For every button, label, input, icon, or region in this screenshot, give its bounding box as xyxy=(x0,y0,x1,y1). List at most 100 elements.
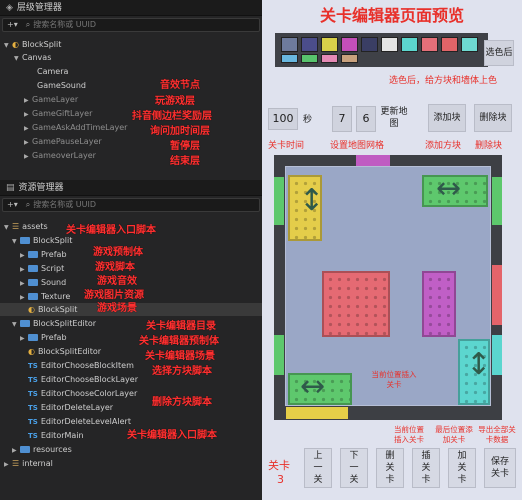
block-cyan-vertical[interactable]: ↕ xyxy=(458,339,491,405)
asset-folder-internal[interactable]: ▶ ☰ internal xyxy=(4,457,53,470)
hierarchy-search-input[interactable]: +▾ ⌕ 搜索名称或 UUID xyxy=(2,18,260,32)
arrow-updown-icon: ↕ xyxy=(299,183,325,218)
level-board[interactable]: ↕ ↔ ↕ ↔ 当前位置插入关卡 xyxy=(274,155,502,420)
add-icon[interactable]: +▾ xyxy=(7,20,18,29)
tree-node-camera[interactable]: Camera xyxy=(37,65,68,78)
tree-node-blocksplit-scene[interactable]: ▼ ◐ BlockSplit xyxy=(4,38,61,51)
expand-icon[interactable]: ▶ xyxy=(20,249,28,262)
asset-folder-texture[interactable]: ▶ Texture xyxy=(20,290,70,303)
asset-script-delete-layer[interactable]: TS EditorDeleteLayer xyxy=(28,401,113,414)
save-level-button[interactable]: 保存关卡 xyxy=(484,448,516,488)
wall-segment-magenta[interactable] xyxy=(356,155,390,167)
tree-node-gamegiftlayer[interactable]: ▶ GameGiftLayer xyxy=(24,107,92,120)
scene-icon: ◐ xyxy=(12,40,19,49)
add-block-button[interactable]: 添加块 xyxy=(428,104,466,132)
grid-cols-input[interactable]: 6 xyxy=(356,106,376,132)
typescript-icon: TS xyxy=(28,390,38,398)
block-green-horizontal[interactable]: ↔ xyxy=(422,171,488,207)
tree-node-canvas[interactable]: ▼ Canvas xyxy=(14,51,51,64)
asset-folder-resources[interactable]: ▶ resources xyxy=(12,443,72,456)
asset-script-delete-level-alert[interactable]: TS EditorDeleteLevelAlert xyxy=(28,415,131,428)
asset-folder-blocksplit[interactable]: ▼ BlockSplit xyxy=(12,234,72,247)
color-swatch[interactable] xyxy=(461,37,478,52)
next-level-button[interactable]: 下一关 xyxy=(340,448,368,488)
expand-icon[interactable]: ▶ xyxy=(12,444,20,457)
expand-icon[interactable]: ▼ xyxy=(4,39,12,52)
expand-icon[interactable]: ▶ xyxy=(20,332,28,345)
color-swatch[interactable] xyxy=(441,37,458,52)
folder-icon xyxy=(20,320,30,327)
search-icon: ⌕ xyxy=(25,200,31,209)
database-icon: ☰ xyxy=(12,222,20,231)
asset-script-editor-main[interactable]: TS EditorMain xyxy=(28,429,84,442)
add-icon[interactable]: +▾ xyxy=(7,200,18,209)
color-swatch[interactable] xyxy=(301,54,318,63)
color-swatch[interactable] xyxy=(321,54,338,63)
hierarchy-title: 层级管理器 xyxy=(16,3,62,13)
tree-node-gameoverlayer[interactable]: ▶ GameoverLayer xyxy=(24,149,96,162)
expand-icon[interactable]: ▼ xyxy=(14,52,22,65)
expand-icon[interactable]: ▶ xyxy=(20,277,28,290)
tree-node-gamesound[interactable]: GameSound xyxy=(37,79,86,92)
asset-folder-sound[interactable]: ▶ Sound xyxy=(20,276,66,289)
color-swatch[interactable] xyxy=(281,37,298,52)
color-swatch[interactable] xyxy=(421,37,438,52)
color-swatch[interactable] xyxy=(301,37,318,52)
color-swatch[interactable] xyxy=(341,37,358,52)
folder-icon xyxy=(28,251,38,258)
expand-icon[interactable]: ▶ xyxy=(24,136,32,149)
expand-icon[interactable]: ▼ xyxy=(12,318,20,331)
prev-level-button[interactable]: 上一关 xyxy=(304,448,332,488)
asset-folder-prefab[interactable]: ▶ Prefab xyxy=(20,248,67,261)
annotation-over-layer: 结束层 xyxy=(170,156,200,167)
annotation-game-sound: 游戏音效 xyxy=(97,276,137,287)
wall-segment-green[interactable] xyxy=(274,177,284,225)
wall-segment-red[interactable] xyxy=(492,265,502,325)
grid-rows-input[interactable]: 7 xyxy=(332,106,352,132)
asset-script-choose-block-item[interactable]: TS EditorChooseBlockItem xyxy=(28,359,134,372)
color-swatch[interactable] xyxy=(401,37,418,52)
folder-icon xyxy=(28,279,38,286)
block-yellow-vertical[interactable]: ↕ xyxy=(288,175,325,241)
block-magenta-vertical[interactable] xyxy=(422,271,456,337)
tree-node-gameaskaddtimelayer[interactable]: ▶ GameAskAddTimeLayer xyxy=(24,121,127,134)
expand-icon[interactable]: ▶ xyxy=(24,94,32,107)
assets-search-input[interactable]: +▾ ⌕ 搜索名称或 UUID xyxy=(2,198,260,212)
add-level-button[interactable]: 加关卡 xyxy=(448,448,476,488)
wall-segment-green[interactable] xyxy=(492,177,502,225)
color-swatch[interactable] xyxy=(341,54,358,63)
asset-script-choose-block-layer[interactable]: TS EditorChooseBlockLayer xyxy=(28,373,138,386)
expand-icon[interactable]: ▶ xyxy=(20,263,28,276)
color-swatch[interactable] xyxy=(361,37,378,52)
wall-segment-green[interactable] xyxy=(274,335,284,375)
asset-scene-blocksplit-editor[interactable]: ◐ BlockSplitEditor xyxy=(28,345,101,358)
color-swatch[interactable] xyxy=(381,37,398,52)
expand-icon[interactable]: ▶ xyxy=(24,150,32,163)
choose-color-button[interactable]: 选色后 xyxy=(484,40,514,66)
expand-icon[interactable]: ▼ xyxy=(12,235,20,248)
delete-level-button[interactable]: 删关卡 xyxy=(376,448,404,488)
color-swatch[interactable] xyxy=(321,37,338,52)
expand-icon[interactable]: ▶ xyxy=(24,108,32,121)
tree-node-gamelayer[interactable]: ▶ GameLayer xyxy=(24,93,78,106)
expand-icon[interactable]: ▶ xyxy=(4,458,12,471)
block-red-square[interactable] xyxy=(322,271,390,337)
asset-folder-blocksplit-editor[interactable]: ▼ BlockSplitEditor xyxy=(12,317,96,330)
annotation-editor-prefab: 关卡编辑器预制体 xyxy=(139,336,219,347)
asset-folder-editor-prefab[interactable]: ▶ Prefab xyxy=(20,331,67,344)
time-label: 关卡时间 xyxy=(268,141,305,151)
update-map-button[interactable]: 更新地图 xyxy=(380,106,408,130)
asset-folder-assets[interactable]: ▼ ☰ assets xyxy=(4,220,48,233)
time-input[interactable]: 100 xyxy=(268,108,298,130)
asset-script-choose-color-layer[interactable]: TS EditorChooseColorLayer xyxy=(28,387,137,400)
asset-folder-script[interactable]: ▶ Script xyxy=(20,262,64,275)
tree-node-gamepauselayer[interactable]: ▶ GamePauseLayer xyxy=(24,135,102,148)
delete-block-button[interactable]: 删除块 xyxy=(474,104,512,132)
color-swatch[interactable] xyxy=(281,54,298,63)
expand-icon[interactable]: ▶ xyxy=(24,122,32,135)
block-green-horizontal[interactable]: ↔ xyxy=(288,369,352,405)
wall-segment-cyan[interactable] xyxy=(492,335,502,375)
wall-segment-yellow[interactable] xyxy=(286,407,348,419)
expand-icon[interactable]: ▼ xyxy=(4,221,12,234)
insert-level-button[interactable]: 插关卡 xyxy=(412,448,440,488)
